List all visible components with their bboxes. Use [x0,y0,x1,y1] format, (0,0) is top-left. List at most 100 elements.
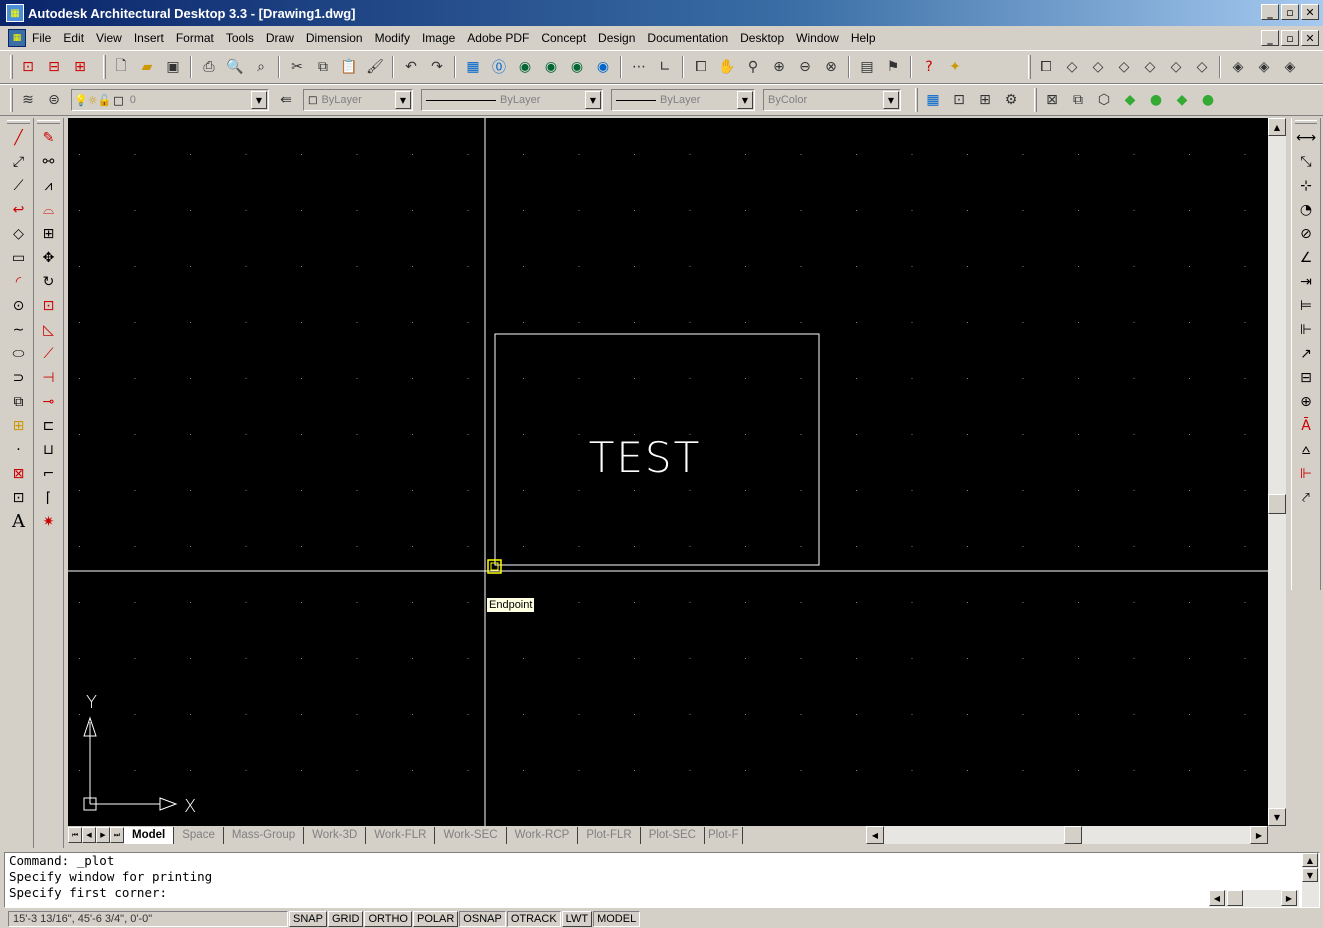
trim-icon[interactable]: ⊣ [37,366,61,389]
maximize-button[interactable]: ▫ [1281,4,1299,20]
adcenter-icon[interactable]: ⚑ [882,56,904,78]
menu-insert[interactable]: Insert [128,31,170,45]
toolbar-grip[interactable] [1295,120,1317,124]
menu-edit[interactable]: Edit [57,31,90,45]
web-icon-4[interactable]: ◉ [592,56,614,78]
style-manager-icon[interactable]: ⚙ [1000,89,1022,111]
horizontal-scrollbar[interactable]: ◀ ▶ [866,826,1268,844]
doc-minimize-button[interactable]: _ [1261,30,1279,46]
doc-maximize-button[interactable]: ▫ [1281,30,1299,46]
zoom-previous-icon[interactable]: ⊖ [794,56,816,78]
scroll-right-button[interactable]: ▶ [1281,890,1297,906]
coordinate-display[interactable]: 15'-3 13/16", 45'-6 3/4", 0'-0" [8,911,288,927]
command-window[interactable]: Command: _plot Specify window for printi… [4,852,1320,908]
osnap-toggle[interactable]: OSNAP [459,911,506,927]
angular-dim-icon[interactable]: ∠ [1294,246,1318,269]
tab-work-rcp[interactable]: Work-RCP [507,826,579,844]
extend-icon[interactable]: ⊸ [37,390,61,413]
region-icon[interactable]: ⊡ [7,486,31,509]
color-dropdown[interactable]: □ ByLayer ▼ [303,89,413,111]
first-tab-button[interactable]: ⏮ [68,827,82,843]
horizontal-scroll-thumb[interactable] [1227,890,1243,906]
display-manager-icon[interactable]: ▦ [922,89,944,111]
menu-tools[interactable]: Tools [220,31,260,45]
menu-design[interactable]: Design [592,31,641,45]
tolerance-icon[interactable]: ⊟ [1294,366,1318,389]
fillet-icon[interactable]: ⌈ [37,486,61,509]
scale-icon[interactable]: ⊡ [37,294,61,317]
iso-se-icon[interactable]: ◈ [1253,56,1275,78]
view-front-icon[interactable]: ◇ [1165,56,1187,78]
cut-icon[interactable]: ✂ [286,56,308,78]
cube-icon[interactable]: ◆ [1171,89,1193,111]
menu-desktop[interactable]: Desktop [734,31,790,45]
command-prompt[interactable]: Specify first corner: [5,885,1319,901]
tab-plot-f[interactable]: Plot-F [705,826,743,844]
copy-object-icon[interactable]: ⚯ [37,150,61,173]
menu-modify[interactable]: Modify [369,31,416,45]
mass-element-icon[interactable]: ⬡ [1093,89,1115,111]
spline-icon[interactable]: ∼ [7,318,31,341]
new-icon[interactable]: 🗋 [110,56,132,78]
massing-icon[interactable]: ⊠ [1041,89,1063,111]
model-toggle[interactable]: MODEL [593,911,641,927]
redo-icon[interactable]: ↷ [426,56,448,78]
chevron-down-icon[interactable]: ▼ [883,91,899,109]
polar-toggle[interactable]: POLAR [413,911,459,927]
chevron-down-icon[interactable]: ▼ [395,91,411,109]
linear-dim-icon[interactable]: ⟷ [1294,126,1318,149]
command-scrollbar[interactable]: ▲ ▼ [1302,853,1319,907]
menu-adobe-pdf[interactable]: Adobe PDF [461,31,535,45]
web-icon-2[interactable]: ◉ [540,56,562,78]
tab-plot-flr[interactable]: Plot-FLR [578,826,641,844]
pan-icon[interactable]: ✋ [716,56,738,78]
command-hscrollbar[interactable]: ◀ ▶ [1209,890,1299,907]
tab-work-3d[interactable]: Work-3D [304,826,367,844]
aerial-view-icon[interactable]: ⧠ [690,56,712,78]
display-rep-icon[interactable]: ⊞ [974,89,996,111]
ellipse-icon[interactable]: ⬭ [7,342,31,365]
scroll-left-button[interactable]: ◀ [866,826,884,844]
next-tab-button[interactable]: ▶ [96,827,110,843]
move-icon[interactable]: ✥ [37,246,61,269]
leader-icon[interactable]: ↗ [1294,342,1318,365]
lengthen-icon[interactable]: ⟋ [37,342,61,365]
horizontal-scroll-thumb[interactable] [1064,826,1082,844]
mirror-icon[interactable]: ⩘ [37,174,61,197]
zoom-window-icon[interactable]: ⊕ [768,56,790,78]
menu-file[interactable]: File [26,31,57,45]
snap-from-icon[interactable]: ⋯ [628,56,650,78]
ortho-toggle[interactable]: ORTHO [364,911,412,927]
scroll-down-button[interactable]: ▼ [1302,868,1318,882]
text-icon[interactable]: A [7,510,31,533]
iso-sw-icon[interactable]: ◈ [1227,56,1249,78]
layer-previous-icon[interactable]: ⇚ [275,89,297,111]
web-icon-3[interactable]: ◉ [566,56,588,78]
toolbar-grip[interactable] [1028,55,1031,79]
help-icon[interactable]: ? [918,56,940,78]
copy-icon[interactable]: ⧉ [312,56,334,78]
toolbar-grip[interactable] [1034,88,1037,112]
insert-block-icon[interactable]: ⧉ [7,390,31,413]
pdf-mail-icon[interactable]: ⊟ [43,56,65,78]
box-icon[interactable]: ◆ [1119,89,1141,111]
zoom-extents-icon[interactable]: ⊗ [820,56,842,78]
save-icon[interactable]: ▣ [162,56,184,78]
vertical-scroll-thumb[interactable] [1268,494,1286,514]
open-icon[interactable]: ▰ [136,56,158,78]
erase-icon[interactable]: ✎ [37,126,61,149]
tab-work-flr[interactable]: Work-FLR [366,826,436,844]
find-icon[interactable]: ⌕ [250,56,272,78]
mass-group-icon[interactable]: ⧉ [1067,89,1089,111]
ordinate-dim-icon[interactable]: ⊹ [1294,174,1318,197]
zoom-realtime-icon[interactable]: ⚲ [742,56,764,78]
otrack-toggle[interactable]: OTRACK [506,911,561,927]
diameter-dim-icon[interactable]: ⊘ [1294,222,1318,245]
prev-tab-button[interactable]: ◀ [82,827,96,843]
layers-icon[interactable]: ⊜ [43,89,65,111]
tab-plot-sec[interactable]: Plot-SEC [641,826,705,844]
chevron-down-icon[interactable]: ▼ [585,91,601,109]
lwt-toggle[interactable]: LWT [561,911,593,927]
lineweight-dropdown[interactable]: ByLayer ▼ [611,89,755,111]
scroll-up-button[interactable]: ▲ [1302,853,1318,867]
